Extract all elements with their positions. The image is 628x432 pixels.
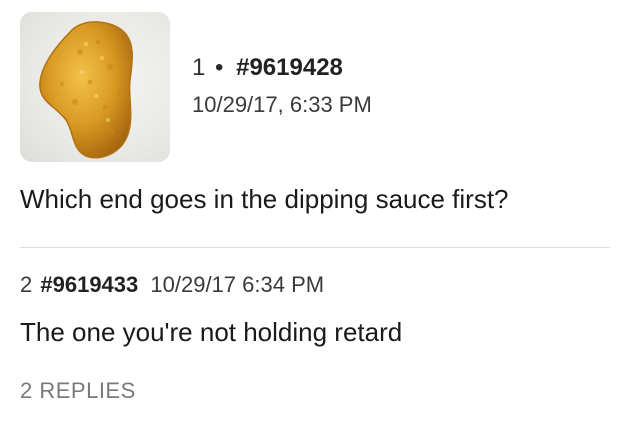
reply-timestamp: 10/29/17 6:34 PM — [150, 272, 325, 297]
post-body: Which end goes in the dipping sauce firs… — [20, 184, 509, 214]
chicken-nugget-image — [39, 21, 133, 159]
reply-header: 2 #9619433 10/29/17 6:34 PM — [20, 272, 324, 298]
divider — [20, 247, 610, 248]
post-timestamp: 10/29/17, 6:33 PM — [192, 92, 372, 117]
reply-number: 2 — [20, 272, 33, 297]
post-number: 1 — [192, 54, 206, 81]
replies-link[interactable]: 2 REPLIES — [20, 378, 136, 404]
reply-id[interactable]: #9619433 — [40, 272, 138, 297]
post-meta: 1 • #9619428 10/29/17, 6:33 PM — [192, 54, 372, 118]
reply-body: The one you're not holding retard — [20, 317, 403, 347]
post-header: 1 • #9619428 — [192, 54, 372, 82]
post-id[interactable]: #9619428 — [236, 54, 343, 81]
post-thumbnail[interactable] — [20, 12, 170, 162]
separator-dot: • — [215, 54, 224, 81]
